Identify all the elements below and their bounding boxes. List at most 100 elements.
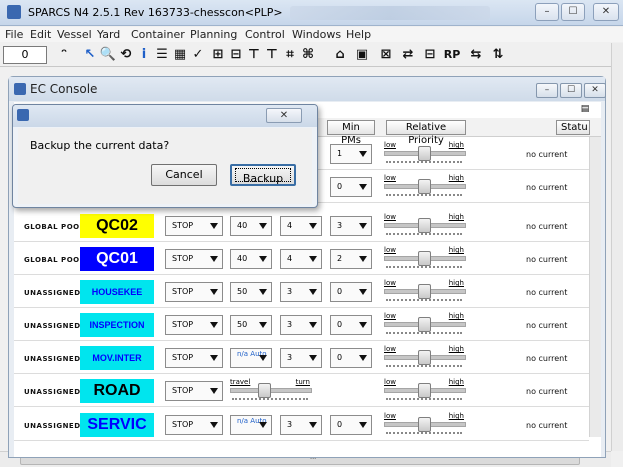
table-minus-icon[interactable]: ⊟ — [226, 46, 246, 64]
info-icon[interactable]: i — [134, 46, 154, 64]
tool-icon-1[interactable]: ᵔ — [54, 46, 74, 64]
menu-container[interactable]: Container — [131, 28, 185, 41]
mode-dropdown[interactable]: STOP — [165, 282, 223, 302]
speed-dropdown[interactable]: n/a Auto — [230, 415, 272, 435]
crane-label[interactable]: MOV.INTER — [80, 346, 154, 370]
priority-slider[interactable]: low high — [384, 378, 466, 400]
ec-close-button[interactable]: ✕ — [584, 83, 606, 98]
slider-knob[interactable] — [418, 317, 431, 332]
speed-dropdown[interactable]: 40 — [230, 249, 272, 269]
min-pms-dropdown[interactable]: 0 — [330, 177, 372, 197]
table-plus-icon[interactable]: ⊞ — [208, 46, 228, 64]
priority-slider[interactable]: low high — [384, 246, 466, 268]
mode-dropdown[interactable]: STOP — [165, 315, 223, 335]
menu-windows[interactable]: Windows — [292, 28, 341, 41]
swap-v-icon[interactable]: ⇅ — [488, 46, 508, 64]
min-pms-dropdown[interactable]: 3 — [330, 216, 372, 236]
min-pms-dropdown[interactable]: 0 — [330, 348, 372, 368]
crane-icon-b[interactable]: ⊤ — [262, 46, 282, 64]
count-dropdown[interactable]: 3 — [280, 348, 322, 368]
crossing-icon[interactable]: ⌗ — [280, 46, 300, 64]
slider-knob[interactable] — [418, 218, 431, 233]
speed-dropdown[interactable]: n/a Auto — [230, 348, 272, 368]
ec-vertical-scrollbar[interactable] — [589, 137, 601, 437]
min-pms-dropdown[interactable]: 0 — [330, 415, 372, 435]
swap-h-icon[interactable]: ⇆ — [466, 46, 486, 64]
grid-icon[interactable]: ▦ — [170, 46, 190, 64]
menu-vessel[interactable]: Vessel — [57, 28, 92, 41]
crane-label[interactable]: INSPECTION — [80, 313, 154, 337]
slider-knob[interactable] — [258, 383, 271, 398]
menu-edit[interactable]: Edit — [30, 28, 51, 41]
menu-control[interactable]: Control — [245, 28, 285, 41]
crane-label[interactable]: SERVIC — [80, 413, 154, 437]
min-pms-dropdown[interactable]: 2 — [330, 249, 372, 269]
cancel-button[interactable]: Cancel — [151, 164, 217, 186]
count-dropdown[interactable]: 3 — [280, 315, 322, 335]
slider-knob[interactable] — [418, 350, 431, 365]
priority-slider[interactable]: low high — [384, 312, 466, 334]
minimize-button[interactable]: – — [535, 3, 559, 21]
menu-help[interactable]: Help — [346, 28, 371, 41]
rp-icon[interactable]: RP — [442, 46, 462, 64]
priority-slider[interactable]: low high — [384, 174, 466, 196]
panel-toggle-icon[interactable]: ▤ — [578, 104, 592, 116]
min-pms-dropdown[interactable]: 1 — [330, 144, 372, 164]
mode-dropdown[interactable]: STOP — [165, 249, 223, 269]
min-pms-dropdown[interactable]: 0 — [330, 282, 372, 302]
crane-icon-a[interactable]: ⊤ — [244, 46, 264, 64]
mode-dropdown[interactable]: STOP — [165, 415, 223, 435]
header-relative-priority[interactable]: Relative Priority — [386, 120, 466, 146]
backup-button[interactable]: Backup — [230, 164, 296, 186]
menu-planning[interactable]: Planning — [190, 28, 237, 41]
priority-slider[interactable]: low high — [384, 141, 466, 163]
header-min-pms[interactable]: Min PMs — [327, 120, 375, 146]
crane-label[interactable]: QC01 — [80, 247, 154, 271]
maximize-button[interactable]: ☐ — [561, 3, 585, 21]
slider-knob[interactable] — [418, 383, 431, 398]
mode-dropdown[interactable]: STOP — [165, 216, 223, 236]
link-icon[interactable]: ⌘ — [298, 46, 318, 64]
dialog-close-button[interactable]: ✕ — [266, 108, 302, 123]
slider-knob[interactable] — [418, 417, 431, 432]
pointer-icon[interactable]: ↖ — [80, 46, 100, 64]
cross-box-icon[interactable]: ⊠ — [376, 46, 396, 64]
travel-turn-slider[interactable]: travel turn — [230, 378, 312, 400]
count-dropdown[interactable]: 3 — [280, 415, 322, 435]
home-icon[interactable]: ⌂ — [330, 46, 350, 64]
min-pms-dropdown[interactable]: 0 — [330, 315, 372, 335]
slider-knob[interactable] — [418, 284, 431, 299]
count-dropdown[interactable]: 4 — [280, 249, 322, 269]
priority-slider[interactable]: low high — [384, 213, 466, 235]
exchange-icon[interactable]: ⇄ — [398, 46, 418, 64]
mode-dropdown[interactable]: STOP — [165, 381, 223, 401]
mode-dropdown[interactable]: STOP — [165, 348, 223, 368]
header-status[interactable]: Statu — [556, 120, 590, 135]
slider-knob[interactable] — [418, 251, 431, 266]
printer-icon[interactable]: ⊟ — [420, 46, 440, 64]
rotate-icon[interactable]: ⟲ — [116, 46, 136, 64]
slider-knob[interactable] — [418, 179, 431, 194]
count-dropdown[interactable]: 4 — [280, 216, 322, 236]
ec-minimize-button[interactable]: – — [536, 83, 558, 98]
priority-slider[interactable]: low high — [384, 345, 466, 367]
count-dropdown[interactable]: 3 — [280, 282, 322, 302]
menu-file[interactable]: File — [5, 28, 23, 41]
speed-dropdown[interactable]: 50 — [230, 315, 272, 335]
speed-dropdown[interactable]: 50 — [230, 282, 272, 302]
list-icon[interactable]: ☰ — [152, 46, 172, 64]
zoom-field[interactable]: 0 — [3, 46, 47, 64]
slider-knob[interactable] — [418, 146, 431, 161]
crane-label[interactable]: HOUSEKEE — [80, 280, 154, 304]
priority-slider[interactable]: low high — [384, 412, 466, 434]
priority-slider[interactable]: low high — [384, 279, 466, 301]
main-vertical-scrollbar[interactable] — [611, 43, 623, 451]
ec-maximize-button[interactable]: ☐ — [560, 83, 582, 98]
frame-icon[interactable]: ▣ — [352, 46, 372, 64]
check-icon[interactable]: ✓ — [188, 46, 208, 64]
zoom-icon[interactable]: 🔍 — [98, 46, 118, 64]
speed-dropdown[interactable]: 40 — [230, 216, 272, 236]
close-button[interactable]: ✕ — [593, 3, 619, 21]
crane-label[interactable]: QC02 — [80, 214, 154, 238]
crane-label[interactable]: ROAD — [80, 379, 154, 403]
